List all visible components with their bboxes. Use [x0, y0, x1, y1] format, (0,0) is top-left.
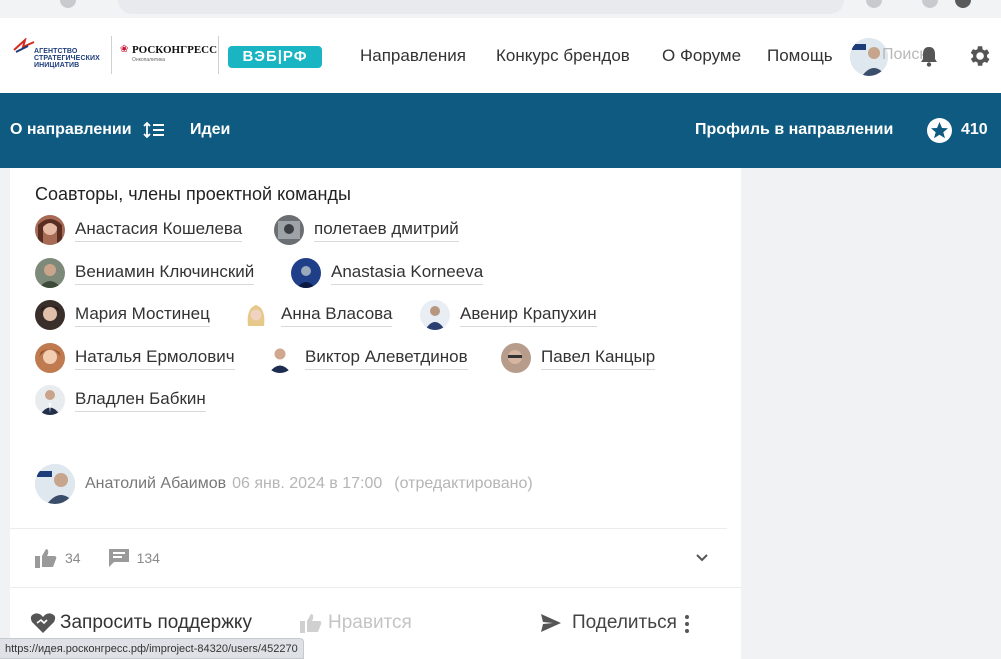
- author-avatar[interactable]: [35, 464, 75, 504]
- nav-brand-contest[interactable]: Конкурс брендов: [496, 46, 630, 66]
- roscongress-logo[interactable]: ❀ РОСКОНГРЕСС Онкопалитика: [120, 44, 217, 66]
- post-author: Анатолий Абаимов 06 янв. 2024 в 17:00 (о…: [35, 464, 533, 504]
- team-member-name: Мария Мостинец: [75, 304, 210, 327]
- extension-icon[interactable]: [922, 0, 938, 8]
- team-member-name: Авенир Крапухин: [460, 304, 597, 327]
- project-subnav: О направлении Идеи Профиль в направлении…: [0, 93, 1001, 168]
- gear-icon[interactable]: [966, 43, 992, 69]
- avatar: [35, 215, 65, 245]
- send-icon: [541, 614, 561, 632]
- site-header: Агентство стратегических инициатив ❀ РОС…: [0, 18, 1001, 93]
- rating-star-icon: [927, 118, 952, 143]
- tab-about-direction[interactable]: О направлении: [10, 121, 132, 139]
- team-section-title: Соавторы, члены проектной команды: [35, 184, 351, 204]
- avatar: [265, 343, 295, 373]
- post-stats: 34 134: [35, 546, 160, 570]
- nav-about-forum[interactable]: О Форуме: [662, 46, 741, 66]
- post-date: 06 янв. 2024 в 17:00: [232, 475, 383, 492]
- request-support-button[interactable]: Запросить поддержку: [30, 612, 252, 634]
- comments-count: 134: [136, 550, 160, 566]
- asi-logo-line: стратегических: [34, 55, 100, 62]
- more-vertical-icon[interactable]: [684, 614, 690, 634]
- asi-logo-line: Агентство: [34, 48, 78, 55]
- asi-logo[interactable]: Агентство стратегических инициатив: [12, 38, 104, 78]
- avatar: [35, 258, 65, 288]
- team-member[interactable]: Анна Власова: [241, 299, 393, 331]
- like-label: Нравится: [328, 612, 412, 633]
- tab-direction-profile[interactable]: Профиль в направлении: [695, 121, 893, 139]
- team-member[interactable]: Мария Мостинец: [35, 299, 210, 331]
- share-button[interactable]: Поделиться: [540, 612, 677, 634]
- request-support-label: Запросить поддержку: [60, 612, 252, 633]
- team-member[interactable]: Павел Канцыр: [501, 342, 656, 374]
- browser-chrome: [0, 0, 1001, 18]
- bell-icon[interactable]: [919, 45, 939, 67]
- author-name[interactable]: Анатолий Абаимов: [85, 475, 226, 493]
- roscongress-logo-name: РОСКОНГРЕСС: [132, 44, 218, 56]
- team-member-name: полетаев дмитрий: [314, 219, 459, 242]
- heart-handshake-icon: [30, 613, 56, 633]
- team-member[interactable]: Вениамин Ключинский: [35, 257, 255, 289]
- avatar: [291, 258, 321, 288]
- thumbs-up-icon: [300, 614, 322, 633]
- asi-logo-icon: [13, 38, 35, 53]
- profile-icon[interactable]: [955, 0, 971, 8]
- reload-icon[interactable]: [60, 0, 76, 8]
- avatar: [35, 300, 65, 330]
- team-member[interactable]: Виктор Алеветдинов: [265, 342, 468, 374]
- team-member[interactable]: Авенир Крапухин: [420, 299, 597, 331]
- team-member-name: Анастасия Кошелева: [75, 219, 243, 242]
- address-bar[interactable]: [118, 0, 844, 14]
- status-bar-url: https://идея.росконгресс.рф/improject-84…: [0, 638, 304, 659]
- avatar: [35, 343, 65, 373]
- team-member[interactable]: полетаев дмитрий: [274, 214, 459, 246]
- extension-icon[interactable]: [866, 0, 882, 8]
- team-member[interactable]: Наталья Ермолович: [35, 342, 235, 374]
- team-member-name: Виктор Алеветдинов: [305, 347, 468, 370]
- nav-directions[interactable]: Направления: [360, 46, 466, 66]
- share-label: Поделиться: [572, 612, 677, 633]
- thumbs-up-icon[interactable]: [35, 548, 57, 568]
- avatar: [501, 343, 531, 373]
- team-member[interactable]: Anastasia Korneeva: [291, 257, 484, 289]
- tab-ideas[interactable]: Идеи: [190, 121, 230, 139]
- like-button[interactable]: Нравится: [300, 612, 412, 634]
- avatar: [420, 300, 450, 330]
- team-member-name: Владлен Бабкин: [75, 389, 206, 412]
- post-actions: Запросить поддержку Нравится Поделиться: [30, 610, 730, 638]
- avatar: [241, 300, 271, 330]
- likes-count: 34: [65, 550, 81, 566]
- divider: [111, 36, 112, 74]
- chevron-down-icon[interactable]: [694, 550, 710, 566]
- roscongress-flower-icon: ❀: [120, 44, 129, 55]
- comment-icon[interactable]: [108, 549, 129, 567]
- sort-list-icon[interactable]: [143, 121, 165, 139]
- edited-label: (отредактировано): [394, 475, 533, 492]
- team-member-name: Anastasia Korneeva: [331, 262, 484, 285]
- points-count: 410: [961, 121, 988, 138]
- divider: [10, 528, 727, 529]
- avatar: [274, 215, 304, 245]
- team-member[interactable]: Анастасия Кошелева: [35, 214, 243, 246]
- team-member-name: Наталья Ермолович: [75, 347, 235, 370]
- team-member-name: Анна Власова: [281, 304, 393, 327]
- nav-help[interactable]: Помощь: [767, 46, 833, 66]
- veb-logo[interactable]: ВЭБ|РФ: [228, 46, 322, 68]
- divider: [218, 36, 219, 74]
- team-member-name: Вениамин Ключинский: [75, 262, 255, 285]
- idea-card: Соавторы, члены проектной команды Анаста…: [10, 168, 741, 659]
- team-member-name: Павел Канцыр: [541, 347, 656, 370]
- team-member[interactable]: Владлен Бабкин: [35, 384, 206, 416]
- roscongress-logo-sub: Онкопалитика: [132, 57, 166, 63]
- divider: [10, 587, 741, 588]
- avatar: [35, 385, 65, 415]
- asi-logo-line: инициатив: [34, 62, 80, 69]
